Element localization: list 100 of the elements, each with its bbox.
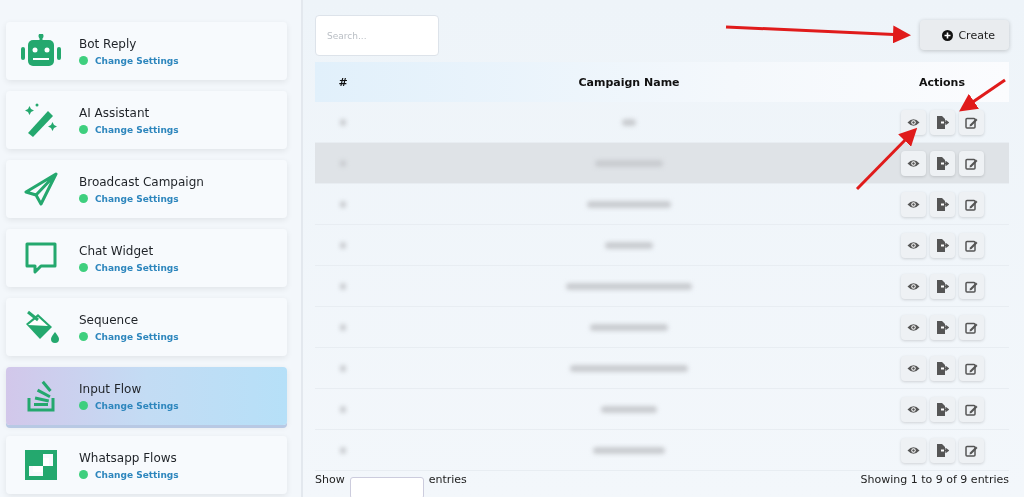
change-settings-link[interactable]: Change Settings xyxy=(95,331,179,342)
file-export-icon xyxy=(935,443,949,457)
blurred-text xyxy=(622,118,636,126)
blurred-text xyxy=(340,282,346,290)
edit-button[interactable] xyxy=(958,232,984,258)
blurred-text xyxy=(340,323,346,331)
blurred-text xyxy=(340,405,346,413)
eye-icon xyxy=(906,322,920,332)
card-title: AI Assistant xyxy=(79,105,151,120)
change-settings-link[interactable]: Change Settings xyxy=(95,124,179,135)
feature-card[interactable]: AI Assistant Change Settings xyxy=(6,91,287,149)
card-title: Sequence xyxy=(79,312,140,327)
feature-card[interactable]: Bot Reply Change Settings xyxy=(6,22,287,80)
blurred-text xyxy=(601,405,657,413)
view-button[interactable] xyxy=(900,273,926,299)
show-label: Show xyxy=(315,473,345,486)
edit-icon xyxy=(964,115,978,129)
change-settings-link[interactable]: Change Settings xyxy=(95,193,179,204)
eye-icon xyxy=(906,404,920,414)
blurred-text xyxy=(605,241,653,249)
export-button[interactable] xyxy=(929,109,955,135)
robot-icon xyxy=(21,34,61,68)
paper-plane-icon xyxy=(24,172,58,206)
entries-label: entries xyxy=(428,473,467,486)
column-header[interactable]: Actions xyxy=(919,75,965,89)
change-settings-link[interactable]: Change Settings xyxy=(95,55,179,66)
edit-icon xyxy=(964,443,978,457)
eye-icon xyxy=(906,363,920,373)
card-title: Broadcast Campaign xyxy=(79,174,204,189)
eye-icon xyxy=(906,199,920,209)
export-button[interactable] xyxy=(929,314,955,340)
flow-frame-icon xyxy=(24,449,58,481)
file-export-icon xyxy=(935,238,949,252)
export-button[interactable] xyxy=(929,150,955,176)
blurred-text xyxy=(340,118,346,126)
edit-icon xyxy=(964,402,978,416)
edit-button[interactable] xyxy=(958,273,984,299)
chat-bubble-icon xyxy=(24,241,58,275)
view-button[interactable] xyxy=(900,232,926,258)
feature-card[interactable]: Sequence Change Settings xyxy=(6,298,287,356)
create-button[interactable]: Create xyxy=(920,20,1009,50)
edit-button[interactable] xyxy=(958,150,984,176)
export-button[interactable] xyxy=(929,355,955,381)
eye-icon xyxy=(906,117,920,127)
magic-wand-icon xyxy=(24,103,58,137)
edit-button[interactable] xyxy=(958,109,984,135)
edit-button[interactable] xyxy=(958,396,984,422)
feature-card[interactable]: Broadcast Campaign Change Settings xyxy=(6,160,287,218)
view-button[interactable] xyxy=(900,109,926,135)
blurred-text xyxy=(340,241,346,249)
export-button[interactable] xyxy=(929,437,955,463)
blurred-text xyxy=(340,446,346,454)
entries-info: Showing 1 to 9 of 9 entries xyxy=(860,473,1009,486)
edit-icon xyxy=(964,279,978,293)
feature-card[interactable]: Chat Widget Change Settings xyxy=(6,229,287,287)
export-button[interactable] xyxy=(929,396,955,422)
edit-button[interactable] xyxy=(958,314,984,340)
edit-button[interactable] xyxy=(958,437,984,463)
eye-icon xyxy=(906,158,920,168)
file-export-icon xyxy=(935,197,949,211)
change-settings-link[interactable]: Change Settings xyxy=(95,262,179,273)
file-export-icon xyxy=(935,115,949,129)
export-button[interactable] xyxy=(929,273,955,299)
file-export-icon xyxy=(935,279,949,293)
view-button[interactable] xyxy=(900,355,926,381)
annotation-arrow xyxy=(855,127,918,191)
stacked-layers-icon xyxy=(27,380,55,412)
change-settings-link[interactable]: Change Settings xyxy=(95,469,179,480)
card-title: Input Flow xyxy=(79,381,143,396)
file-export-icon xyxy=(935,402,949,416)
blurred-text xyxy=(340,364,346,372)
edit-button[interactable] xyxy=(958,355,984,381)
card-title: Bot Reply xyxy=(79,36,138,51)
edit-icon xyxy=(964,197,978,211)
eye-icon xyxy=(906,445,920,455)
edit-icon xyxy=(964,156,978,170)
eye-icon xyxy=(906,281,920,291)
search-field[interactable]: Search... xyxy=(315,15,439,56)
view-button[interactable] xyxy=(900,314,926,340)
plus-circle-icon xyxy=(942,29,954,41)
view-button[interactable] xyxy=(900,437,926,463)
edit-icon xyxy=(964,238,978,252)
edit-icon xyxy=(964,320,978,334)
eye-icon xyxy=(906,240,920,250)
feature-card[interactable]: Input Flow Change Settings xyxy=(6,367,287,425)
blurred-text xyxy=(340,200,346,208)
column-header[interactable]: # xyxy=(338,75,348,89)
export-button[interactable] xyxy=(929,232,955,258)
view-button[interactable] xyxy=(900,396,926,422)
file-export-icon xyxy=(935,361,949,375)
file-export-icon xyxy=(935,156,949,170)
card-title: Chat Widget xyxy=(79,243,155,258)
file-export-icon xyxy=(935,320,949,334)
feature-card[interactable]: Whatsapp Flows Change Settings xyxy=(6,436,287,494)
view-button[interactable] xyxy=(900,150,926,176)
card-title: Whatsapp Flows xyxy=(79,450,178,465)
column-header[interactable]: Campaign Name xyxy=(578,75,680,89)
edit-button[interactable] xyxy=(958,191,984,217)
export-button[interactable] xyxy=(929,191,955,217)
view-button[interactable] xyxy=(900,191,926,217)
